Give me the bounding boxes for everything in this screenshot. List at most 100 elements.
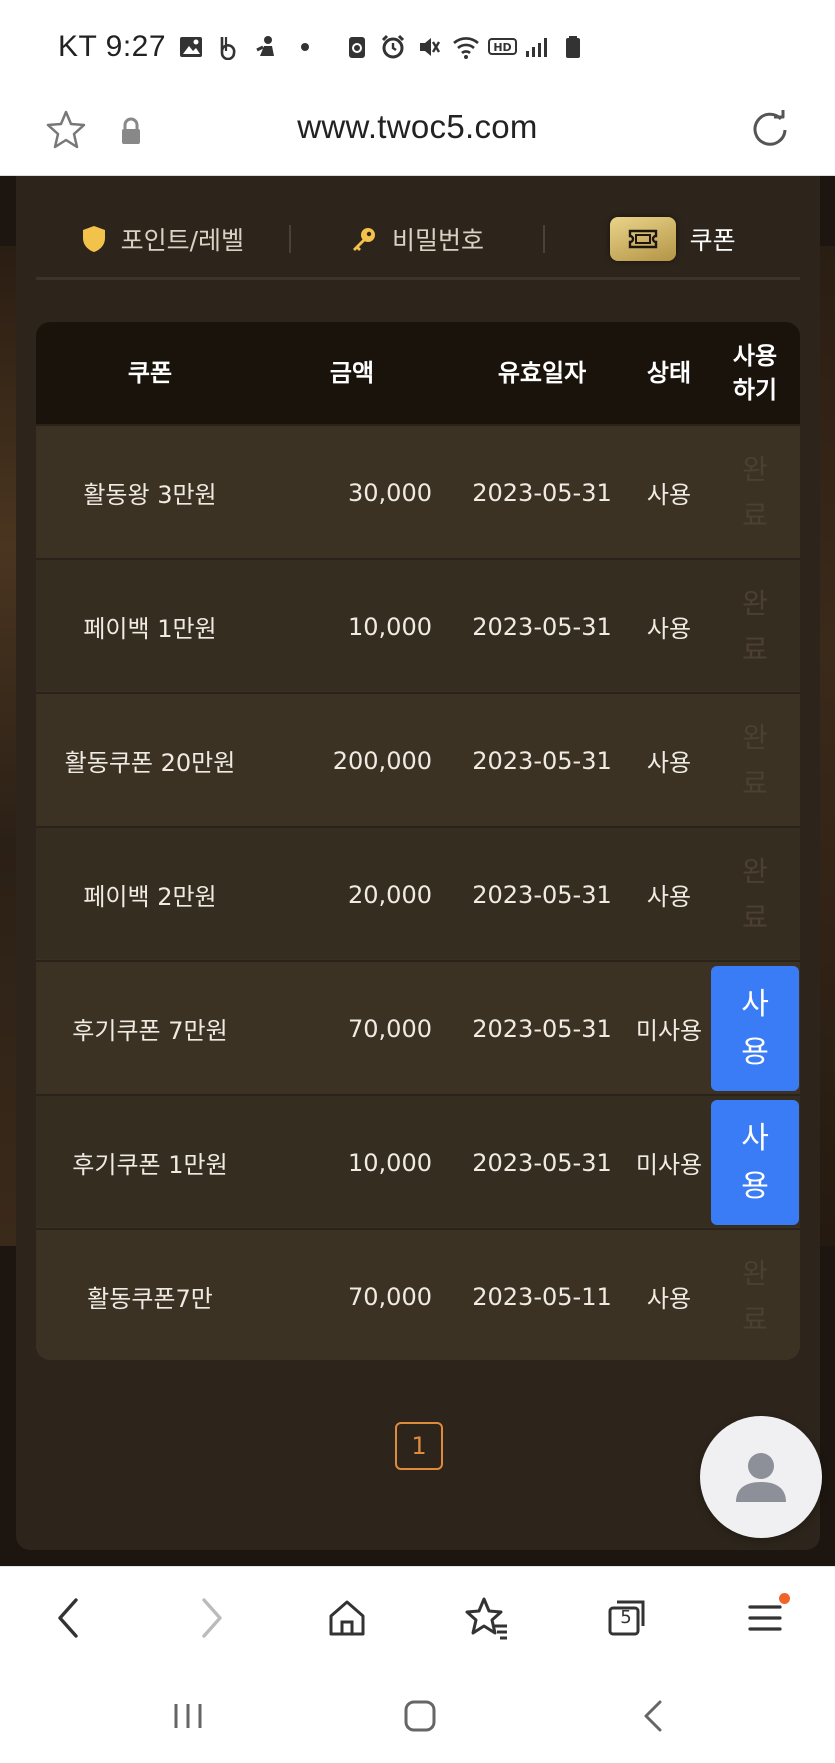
tab-count: 5 — [620, 1607, 632, 1628]
coupon-action-cell: 완료 — [710, 828, 800, 961]
system-back-button[interactable] — [632, 1694, 676, 1738]
coupon-status: 미사용 — [635, 1151, 703, 1179]
coupon-amount: 10,000 — [348, 612, 432, 641]
coupon-expiry: 2023-05-11 — [472, 1282, 612, 1311]
coupon-amount: 10,000 — [348, 1148, 432, 1177]
bookmarks-star-icon — [465, 1597, 507, 1640]
signal-icon — [524, 34, 550, 60]
completed-label: 완료 — [742, 854, 768, 934]
coupon-name: 활동쿠폰 20만원 — [64, 749, 236, 777]
hd-icon: HD — [488, 34, 517, 60]
table-row: 페이백 2만원 20,000 2023-05-31 사용 완료 — [36, 826, 800, 959]
pagination-page-current[interactable]: 1 — [395, 1422, 443, 1470]
recycle-icon — [344, 34, 370, 60]
header-use: 사용하기 — [732, 342, 778, 404]
mypage-tabs: 포인트/레벨 비밀번호 쿠폰 — [36, 200, 800, 280]
status-left: KT 9:27 — [58, 30, 318, 64]
header-coupon: 쿠폰 — [127, 359, 173, 387]
coupon-action-cell: 사용 — [710, 1096, 800, 1229]
table-row: 활동왕 3만원 30,000 2023-05-31 사용 완료 — [36, 424, 800, 557]
reload-icon[interactable] — [748, 108, 792, 152]
table-row: 후기쿠폰 7만원 70,000 2023-05-31 미사용 사용 — [36, 960, 800, 1093]
gallery-icon — [178, 34, 204, 60]
forward-button[interactable] — [186, 1593, 236, 1643]
coupon-expiry: 2023-05-31 — [472, 1148, 612, 1177]
coupon-amount: 20,000 — [348, 880, 432, 909]
coupon-action-cell: 완료 — [710, 560, 800, 693]
tab-password-label: 비밀번호 — [391, 225, 484, 255]
wifi-icon — [452, 34, 479, 60]
url-text[interactable]: www.twoc5.com — [0, 108, 835, 146]
coupon-expiry: 2023-05-31 — [472, 612, 612, 641]
coupon-expiry: 2023-05-31 — [472, 478, 612, 507]
tab-point-level[interactable]: 포인트/레벨 — [36, 207, 289, 271]
key-icon — [352, 227, 375, 251]
use-coupon-button[interactable]: 사용 — [711, 966, 799, 1091]
coupon-status: 사용 — [646, 1285, 692, 1313]
tab-coupon-label: 쿠폰 — [689, 225, 736, 255]
menu-icon — [748, 1605, 782, 1631]
coupon-amount: 70,000 — [348, 1282, 432, 1311]
profile-float-button[interactable] — [700, 1416, 822, 1538]
coupon-amount: 70,000 — [348, 1014, 432, 1043]
completed-label: 완료 — [742, 1256, 768, 1336]
use-coupon-button[interactable]: 사용 — [711, 1100, 799, 1225]
header-amount: 금액 — [329, 359, 375, 387]
coupon-status: 미사용 — [635, 1017, 703, 1045]
coupon-action-cell: 완료 — [710, 426, 800, 559]
header-expiry: 유효일자 — [497, 359, 587, 387]
chevron-right-icon — [202, 1598, 222, 1638]
table-row: 페이백 1만원 10,000 2023-05-31 사용 완료 — [36, 558, 800, 691]
coupon-name: 후기쿠폰 1만원 — [72, 1151, 228, 1179]
coupon-table: 쿠폰 금액 유효일자 상태 사용하기 활동왕 3만원 30,000 2023-0… — [36, 322, 800, 1360]
system-home-button[interactable] — [398, 1694, 442, 1738]
address-bar: www.twoc5.com — [0, 90, 835, 176]
coupon-status: 사용 — [646, 883, 692, 911]
table-row: 활동쿠폰7만 70,000 2023-05-11 사용 완료 — [36, 1228, 800, 1360]
menu-button[interactable] — [740, 1593, 790, 1643]
coupon-name: 페이백 1만원 — [83, 615, 217, 643]
back-button[interactable] — [44, 1593, 94, 1643]
system-nav-bar — [0, 1666, 835, 1763]
coupon-action-cell: 완료 — [710, 694, 800, 827]
coupon-name: 후기쿠폰 7만원 — [72, 1017, 228, 1045]
table-row: 활동쿠폰 20만원 200,000 2023-05-31 사용 완료 — [36, 692, 800, 825]
home-icon — [329, 1600, 365, 1636]
ticket-icon — [609, 216, 676, 261]
home-button[interactable] — [322, 1593, 372, 1643]
coupon-name: 활동왕 3만원 — [83, 481, 217, 509]
svg-text:HD: HD — [493, 41, 511, 54]
battery-icon — [560, 34, 586, 60]
coupon-name: 활동쿠폰7만 — [87, 1285, 213, 1313]
shield-icon — [82, 225, 105, 252]
coupon-action-cell: 사용 — [710, 962, 800, 1095]
mute-icon — [416, 34, 442, 60]
recent-apps-icon — [174, 1704, 202, 1728]
browser-toolbar: 5 — [0, 1566, 835, 1666]
table-row: 후기쿠폰 1만원 10,000 2023-05-31 미사용 사용 — [36, 1094, 800, 1227]
completed-label: 완료 — [742, 586, 768, 666]
carrier-time: KT 9:27 — [58, 30, 167, 63]
dot-icon — [292, 34, 318, 60]
status-bar: KT 9:27 HD — [0, 0, 835, 90]
table-header: 쿠폰 금액 유효일자 상태 사용하기 — [36, 322, 800, 424]
alarm-icon — [380, 34, 406, 60]
coupon-status: 사용 — [646, 481, 692, 509]
tab-coupon[interactable]: 쿠폰 — [545, 207, 800, 271]
tabs-button[interactable]: 5 — [602, 1593, 652, 1643]
bookmarks-button[interactable] — [462, 1593, 512, 1643]
coupon-expiry: 2023-05-31 — [472, 880, 612, 909]
completed-label: 완료 — [742, 720, 768, 800]
coupon-status: 사용 — [646, 615, 692, 643]
coupon-amount: 200,000 — [332, 746, 432, 775]
square-home-icon — [404, 1700, 436, 1732]
tab-point-level-label: 포인트/레벨 — [120, 225, 245, 255]
user-icon — [736, 1453, 786, 1502]
coupon-name: 페이백 2만원 — [83, 883, 217, 911]
app-icon — [254, 34, 280, 60]
recent-apps-button[interactable] — [166, 1694, 210, 1738]
coupon-amount: 30,000 — [348, 478, 432, 507]
notification-dot — [779, 1593, 790, 1604]
tab-password[interactable]: 비밀번호 — [291, 207, 544, 271]
b-app-icon — [216, 34, 242, 61]
